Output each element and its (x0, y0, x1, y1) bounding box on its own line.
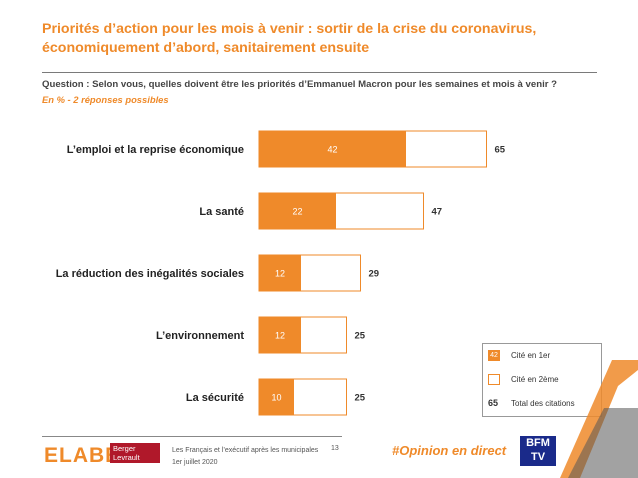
bar-first-label: 42 (327, 145, 337, 155)
bar-total-label: 25 (355, 331, 366, 342)
page-number: 13 (331, 445, 339, 452)
category-label: La santé (199, 206, 244, 218)
bar-total-label: 25 (355, 393, 366, 404)
category-label: La réduction des inégalités sociales (56, 268, 244, 280)
legend-swatch-second (488, 374, 500, 385)
footer-study-name: Les Français et l’exécutif après les mun… (172, 447, 319, 454)
bar-total-label: 65 (495, 145, 506, 156)
hashtag: #Opinion en direct (392, 443, 507, 458)
footer-divider (42, 436, 342, 437)
elabe-logo: ELABE (44, 444, 121, 467)
berger-levrault-logo: Berger Levrault (110, 443, 160, 463)
legend-item-first: 42 Cité en 1er (488, 350, 550, 361)
decorative-triangle-icon (560, 360, 638, 478)
footer-date: 1er juillet 2020 (172, 459, 218, 466)
legend-total-value: 65 (488, 398, 499, 408)
category-label: L’environnement (156, 330, 244, 342)
bar-total-label: 29 (369, 269, 380, 280)
bar-first-label: 12 (275, 269, 285, 279)
bfm-tv-logo: BFM TV (520, 436, 556, 466)
category-label: La sécurité (186, 392, 244, 404)
legend-label-first: Cité en 1er (511, 351, 551, 360)
legend-swatch-first: 42 (488, 350, 500, 361)
bar-first-label: 12 (275, 331, 285, 341)
bar-first-label: 10 (271, 393, 281, 403)
legend-label-second: Cité en 2ème (511, 375, 559, 384)
bar-first-label: 22 (292, 207, 302, 217)
category-label: L’emploi et la reprise économique (67, 144, 244, 156)
legend-item-second: Cité en 2ème (488, 374, 559, 385)
bar-total-label: 47 (432, 207, 443, 218)
footer-text: Les Français et l’exécutif après les mun… (172, 445, 318, 469)
